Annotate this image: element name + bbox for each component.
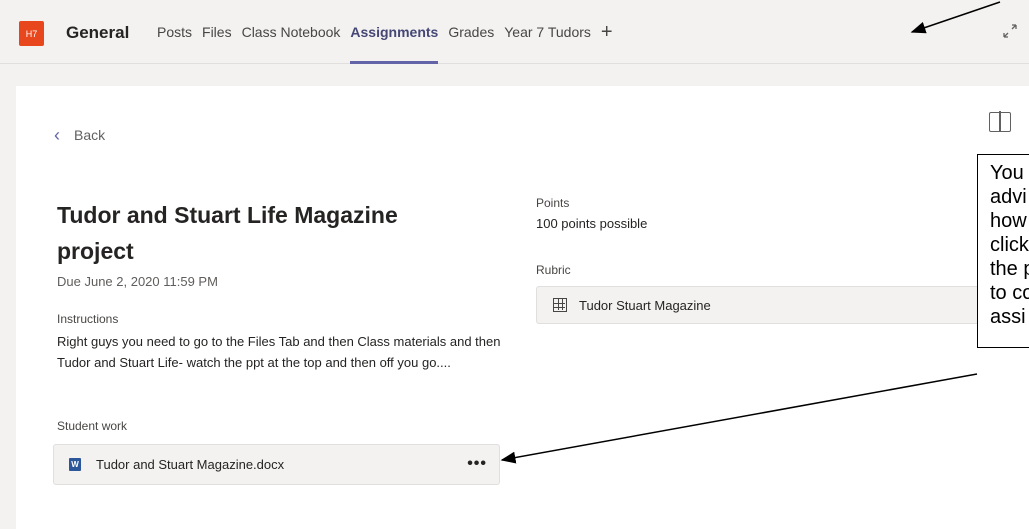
instructions-label: Instructions bbox=[57, 312, 119, 326]
chevron-left-icon: ‹ bbox=[54, 125, 60, 145]
more-options-icon[interactable]: ••• bbox=[467, 455, 487, 473]
tab-assignments[interactable]: Assignments bbox=[350, 24, 438, 64]
callout-line: You bbox=[990, 162, 1024, 184]
points-label: Points bbox=[536, 196, 570, 210]
rubric-card[interactable]: Tudor Stuart Magazine bbox=[536, 286, 1016, 324]
tab-posts[interactable]: Posts bbox=[157, 24, 192, 64]
expand-icon[interactable] bbox=[1001, 22, 1019, 40]
callout-line: click bbox=[990, 234, 1029, 256]
student-work-file[interactable]: W Tudor and Stuart Magazine.docx ••• bbox=[53, 444, 500, 485]
channel-header: H7 General Posts Files Class Notebook As… bbox=[0, 0, 1029, 64]
tab-class-notebook[interactable]: Class Notebook bbox=[242, 24, 341, 64]
callout-line: assi bbox=[990, 306, 1026, 328]
channel-name: General bbox=[66, 23, 130, 42]
add-tab-button[interactable]: + bbox=[601, 22, 613, 64]
tab-grades[interactable]: Grades bbox=[448, 24, 494, 64]
back-button[interactable]: ‹ Back bbox=[54, 125, 106, 145]
tab-files[interactable]: Files bbox=[202, 24, 232, 64]
word-file-icon: W bbox=[69, 458, 81, 471]
callout-line: the p bbox=[990, 258, 1029, 280]
grid-icon bbox=[553, 298, 567, 312]
student-work-label: Student work bbox=[57, 419, 128, 433]
assignment-detail-card: ‹ Back Tudor and Stuart Life Magazine pr… bbox=[16, 86, 1029, 529]
file-name: Tudor and Stuart Magazine.docx bbox=[96, 457, 285, 472]
points-value: 100 points possible bbox=[536, 216, 648, 231]
callout-line: to co bbox=[990, 282, 1029, 304]
immersive-reader-icon[interactable] bbox=[989, 111, 1011, 132]
tab-year-7-tudors[interactable]: Year 7 Tudors bbox=[504, 24, 591, 64]
rubric-label: Rubric bbox=[536, 263, 571, 277]
rubric-name: Tudor Stuart Magazine bbox=[579, 297, 711, 313]
callout-line: how bbox=[990, 210, 1027, 232]
due-date: Due June 2, 2020 11:59 PM bbox=[57, 274, 218, 289]
team-avatar[interactable]: H7 bbox=[19, 21, 44, 46]
callout-line: advi bbox=[990, 186, 1027, 208]
back-label: Back bbox=[74, 127, 106, 143]
annotation-callout: You advi how click the p to co assi bbox=[977, 154, 1029, 348]
instructions-text: Right guys you need to go to the Files T… bbox=[57, 334, 501, 370]
assignment-title: Tudor and Stuart Life Magazine project bbox=[57, 202, 398, 264]
channel-tabs: Posts Files Class Notebook Assignments G… bbox=[157, 22, 623, 64]
